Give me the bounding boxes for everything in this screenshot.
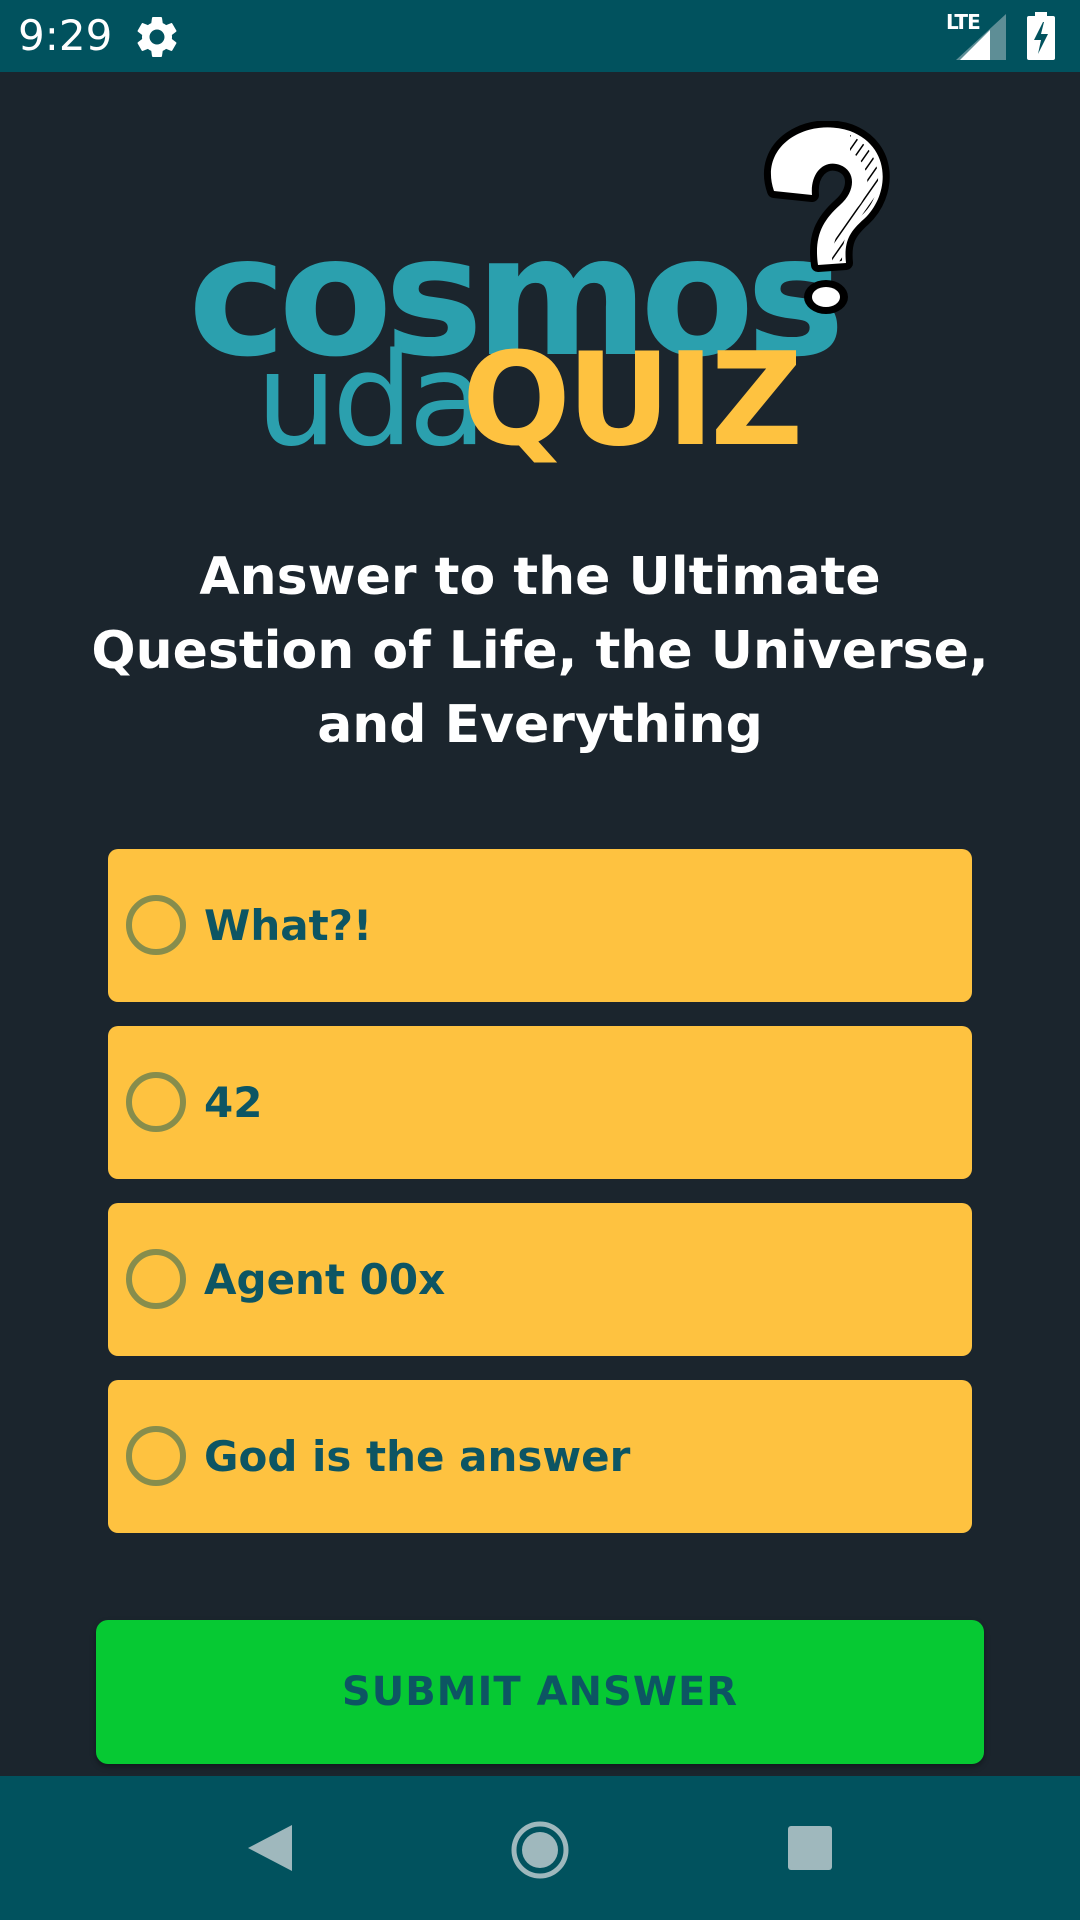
- system-nav-bar: [0, 1776, 1080, 1920]
- logo-quiz-text: QUIZ: [462, 326, 803, 475]
- answer-option-label: What?!: [204, 901, 373, 950]
- answer-option-label: 42: [204, 1078, 263, 1127]
- question-mark-icon: [764, 121, 890, 314]
- answer-option[interactable]: God is the answer: [108, 1380, 972, 1533]
- answer-option-label: God is the answer: [204, 1432, 631, 1481]
- recent-apps-icon[interactable]: [786, 1824, 834, 1872]
- submit-answer-button[interactable]: SUBMIT ANSWER: [96, 1620, 984, 1764]
- battery-charging-icon: [1027, 12, 1055, 60]
- radio-button[interactable]: [126, 1249, 186, 1309]
- status-time: 9:29: [18, 11, 113, 60]
- answer-option[interactable]: What?!: [108, 849, 972, 1002]
- answer-option-label: Agent 00x: [204, 1255, 446, 1304]
- answer-option[interactable]: Agent 00x: [108, 1203, 972, 1356]
- home-icon[interactable]: [510, 1820, 570, 1880]
- back-icon[interactable]: [246, 1823, 294, 1873]
- logo-uda-text: uda: [256, 326, 487, 475]
- status-bar: 9:29 LTE: [0, 0, 1080, 72]
- question-text: Answer to the Ultimate Question of Life,…: [91, 547, 989, 755]
- answer-option[interactable]: 42: [108, 1026, 972, 1179]
- settings-gear-icon: [137, 17, 177, 57]
- radio-button[interactable]: [126, 1072, 186, 1132]
- cell-signal-icon: [956, 14, 1006, 60]
- radio-button[interactable]: [126, 895, 186, 955]
- radio-button[interactable]: [126, 1426, 186, 1486]
- app-logo: cosmos uda QUIZ: [180, 115, 900, 495]
